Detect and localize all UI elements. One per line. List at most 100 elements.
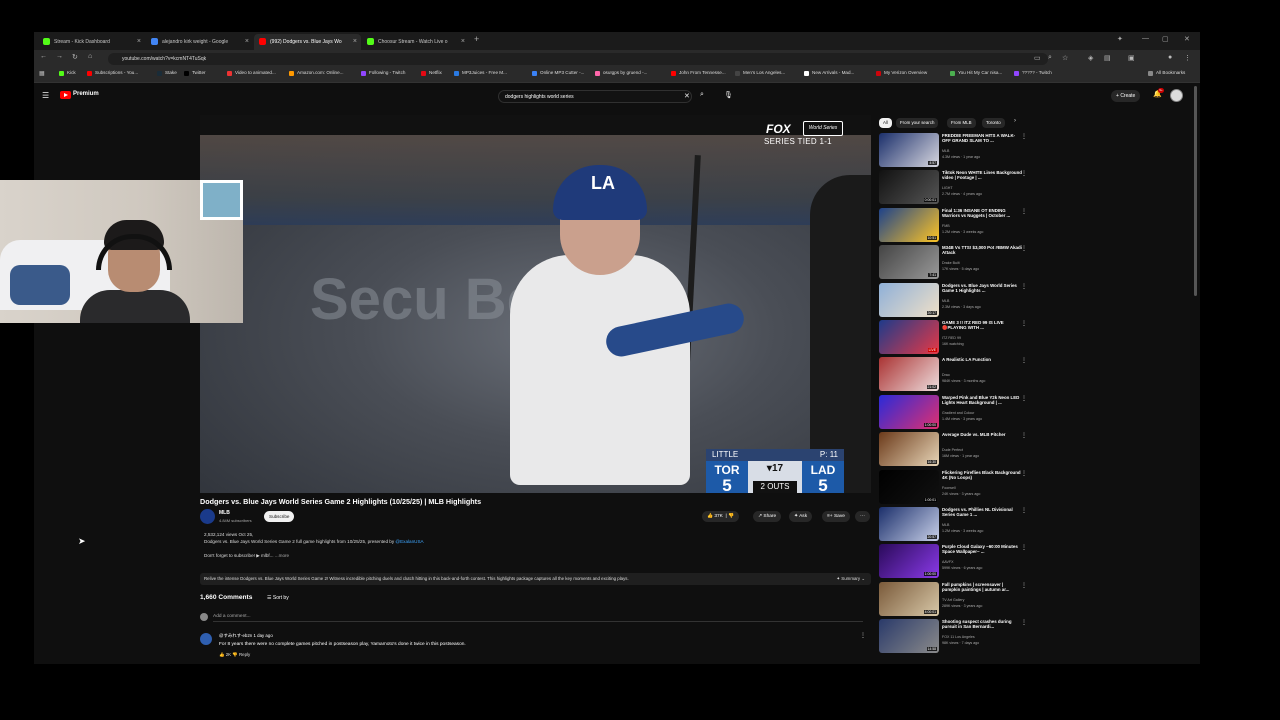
channel-name[interactable]: FOX 11 Los Angeles [942,635,1022,640]
channel-name[interactable]: Drake Built [942,261,1022,266]
chip-from-mlb[interactable]: From MLB [947,118,976,128]
video-player[interactable]: Secu Bene LA FOX World Series SERIES TIE… [200,115,871,493]
video-thumbnail[interactable]: 7:41 [879,245,939,280]
recommended-video[interactable]: 0:00:01 Tiktok Neon WHITE Lines Backgroun… [879,170,1029,206]
channel-name[interactable]: MLB [942,523,1022,528]
sidebar-icon[interactable]: ▣ [1128,54,1135,62]
recommended-video[interactable]: 4:00:01 Fall pumpkins | screensaver | pum… [879,581,1029,618]
channel-name[interactable]: MLB [942,149,1022,154]
channel-name[interactable]: Drao [942,373,1022,378]
video-menu-icon[interactable]: ⋮ [1021,208,1027,215]
zoom-icon[interactable]: ⌕ [1048,54,1052,62]
video-menu-icon[interactable]: ⋮ [1021,395,1027,402]
create-button[interactable]: + Create [1111,90,1141,102]
commenter-avatar[interactable] [200,633,212,645]
video-title[interactable]: M34B Vs TTS! $3,000 Pot #BMW Akadi Attac… [942,245,1022,255]
channel-name[interactable]: Gradient and Colour [942,411,1022,416]
video-thumbnail[interactable]: 1:00:00 [879,394,939,429]
tab-google-search[interactable]: alejandro kirk weight - Google × [146,34,253,50]
address-bar[interactable]: youtube.com/watch?v=kcmNT4TuSqk [108,53,1048,65]
bookmark-item[interactable]: Following - Twitch [361,70,405,76]
show-more-button[interactable]: ...more [275,553,289,558]
recommended-video[interactable]: 1:00:00 Warped Pink and Blue Y2k Neon LED… [879,394,1029,431]
video-thumbnail[interactable]: 21:02 [879,357,939,392]
video-thumbnail[interactable]: 16:30 [879,432,939,467]
channel-name[interactable]: MLB [219,510,230,516]
extensions-puzzle-icon[interactable]: ▤ [1104,54,1111,62]
close-icon[interactable]: × [245,34,249,50]
video-thumbnail[interactable]: 20:57 [879,507,939,541]
youtube-logo-icon[interactable] [60,91,71,99]
chip-toronto[interactable]: Toronto [982,118,1005,128]
comment-author[interactable]: @すみれす-eb2n 1 day ago [219,633,273,639]
channel-avatar[interactable] [200,509,215,524]
clear-search-icon[interactable]: ✕ [684,92,690,100]
video-thumbnail[interactable]: 0:00:01 [879,170,939,205]
bookmark-item[interactable]: Video to animated... [227,70,276,76]
profile-icon[interactable]: ✦ [1117,35,1123,43]
video-thumbnail[interactable]: 4:57 [879,133,939,167]
video-menu-icon[interactable]: ⋮ [1021,320,1027,327]
save-button[interactable]: ≡+ Save [822,511,850,522]
home-button[interactable]: ⌂ [88,53,92,60]
chip-from-search[interactable]: From your search [896,118,939,128]
recommended-video[interactable]: 20:57 Dodgers vs. Phillies NL Divisional … [879,507,1029,543]
video-thumbnail[interactable]: 4:00:01 [879,581,939,616]
channel-name[interactable]: FMB [942,224,1022,229]
thumbs-up-icon[interactable]: 👍 [219,652,224,657]
video-thumbnail[interactable]: 1:00:00 [879,544,939,579]
cast-icon[interactable]: ▭ [1034,54,1041,62]
bookmark-item[interactable]: Netflix [421,70,442,76]
chevron-right-icon[interactable]: › [1014,118,1016,124]
video-title[interactable]: Tiktok Neon WHITE Lines Background video… [942,170,1022,180]
video-menu-icon[interactable]: ⋮ [1021,283,1027,290]
maximize-button[interactable]: ▢ [1162,35,1169,43]
bookmark-item[interactable]: MP3Juices - Free M... [454,70,507,76]
forward-button[interactable]: → [56,53,63,60]
recommended-video[interactable]: 21:02 A Realistic LA Function Drao 984K vie… [879,357,1029,393]
channel-name[interactable]: MLB [942,299,1022,304]
sort-comments-button[interactable]: ☰ Sort by [267,595,289,601]
close-icon[interactable]: × [461,34,465,50]
video-menu-icon[interactable]: ⋮ [1021,507,1027,514]
video-title[interactable]: Fall pumpkins | screensaver | pumpkin pa… [942,582,1022,592]
bookmark-item[interactable]: Subscriptions - You... [87,70,138,76]
minimize-button[interactable]: — [1142,35,1149,42]
channel-name[interactable]: Dude Perfect [942,448,1022,453]
video-menu-icon[interactable]: ⋮ [1021,582,1027,589]
bookmark-item[interactable]: New Arrivals - Mad... [804,70,854,76]
apps-grid-icon[interactable]: ▦ [39,70,45,77]
channel-name[interactable]: TV Art Gallery [942,598,1022,603]
recommended-video[interactable]: 4:57 FREDDIE FREEMAN HITS A WALK-OFF GRAN… [879,133,1029,169]
hamburger-menu-icon[interactable]: ☰ [42,91,49,100]
recommended-video[interactable]: LIVE GAME 3 !! ITZ RED 99 IS LIVE 🔴PLAYIN… [879,320,1029,356]
recommended-video[interactable]: 14:58 Shooting suspect crashes during pur… [879,619,1029,655]
video-title[interactable]: Warped Pink and Blue Y2k Neon LED Lights… [942,395,1022,405]
ask-button[interactable]: ✦ Ask [789,511,813,522]
video-menu-icon[interactable]: ⋮ [1021,170,1027,177]
more-actions-button[interactable]: ⋯ [855,511,870,522]
bookmark-item[interactable]: Online MP3 Cutter -... [532,70,584,76]
add-comment-input[interactable]: Add a comment... [213,614,863,622]
chip-all[interactable]: All [879,118,892,128]
bookmark-item[interactable]: Twitter [184,70,206,76]
microphone-icon[interactable]: 🎙 [724,91,733,99]
video-title[interactable]: GAME 3 !! ITZ RED 99 IS LIVE 🔴PLAYING WI… [942,320,1022,330]
video-thumbnail[interactable]: 1:00:01 [879,469,939,504]
comment-menu-icon[interactable]: ⋮ [860,632,866,639]
channel-name[interactable]: AAVFX [942,560,1022,565]
channel-name[interactable]: ITZ RED 99 [942,336,1022,341]
bookmark-item[interactable]: Men's Los Angeles... [735,70,785,76]
video-menu-icon[interactable]: ⋮ [1021,544,1027,551]
bookmark-item[interactable]: Kick [59,70,76,76]
bookmark-item[interactable]: ????? - Twitch [1014,70,1052,76]
recommended-video[interactable]: 20:17 Dodgers vs. Blue Jays World Series … [879,282,1029,319]
close-icon[interactable]: × [137,34,141,50]
like-button[interactable]: 👍 37K | 👎 [702,511,740,522]
tab-kick-dashboard[interactable]: Stream - Kick Dashboard × [38,34,145,50]
bookmark-item[interactable]: Stake [157,70,177,76]
reply-button[interactable]: Reply [239,652,250,657]
video-title[interactable]: Flickering Fireflies Black Background 4K… [942,470,1022,480]
video-menu-icon[interactable]: ⋮ [1021,133,1027,140]
video-thumbnail[interactable]: LIVE [879,320,939,354]
